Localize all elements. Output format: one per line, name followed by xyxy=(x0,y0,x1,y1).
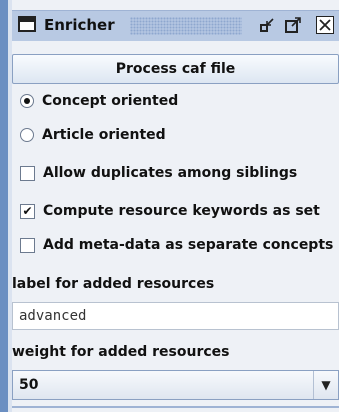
window-icon xyxy=(18,16,36,32)
radio-label: Concept oriented xyxy=(42,93,179,109)
enricher-window: Enricher Process caf file Concept orient… xyxy=(0,0,339,412)
radio-selected-icon[interactable] xyxy=(20,94,34,108)
window-title: Enricher xyxy=(44,16,115,34)
weight-field-label: weight for added resources xyxy=(12,344,230,360)
radio-unselected-icon[interactable] xyxy=(20,128,34,142)
radio-concept-oriented[interactable]: Concept oriented xyxy=(20,90,178,112)
window-bottom-border xyxy=(12,406,339,408)
iconify-icon[interactable] xyxy=(258,16,276,34)
maximize-icon[interactable] xyxy=(284,16,302,34)
radio-article-oriented[interactable]: Article oriented xyxy=(20,124,166,146)
checkbox-compute-keywords[interactable]: ✔ Compute resource keywords as set xyxy=(20,200,320,222)
label-text-field[interactable]: advanced xyxy=(12,302,339,330)
checkbox-label: Allow duplicates among siblings xyxy=(43,165,298,181)
checkbox-label: Compute resource keywords as set xyxy=(43,203,320,219)
chevron-down-icon[interactable]: ▼ xyxy=(313,371,338,399)
checkbox-box[interactable] xyxy=(20,237,35,253)
title-bar-grip[interactable] xyxy=(130,17,242,35)
checkbox-allow-duplicates[interactable]: Allow duplicates among siblings xyxy=(20,162,297,184)
checkbox-add-meta-data[interactable]: Add meta-data as separate concepts xyxy=(20,234,333,256)
weight-combo-value: 50 xyxy=(19,377,39,393)
radio-label: Article oriented xyxy=(42,127,166,143)
process-caf-file-button[interactable]: Process caf file xyxy=(12,54,339,84)
checkbox-label: Add meta-data as separate concepts xyxy=(43,237,334,253)
title-bar[interactable]: Enricher xyxy=(12,10,339,41)
close-icon[interactable] xyxy=(316,16,334,34)
window-frame-edge xyxy=(0,0,8,412)
weight-combo-box[interactable]: 50 ▼ xyxy=(12,370,339,400)
enricher-panel: Process caf file Concept oriented Articl… xyxy=(12,52,339,412)
checkmark-icon[interactable]: ✔ xyxy=(20,203,35,219)
label-field-label: label for added resources xyxy=(12,276,215,292)
checkbox-box[interactable] xyxy=(20,165,35,181)
